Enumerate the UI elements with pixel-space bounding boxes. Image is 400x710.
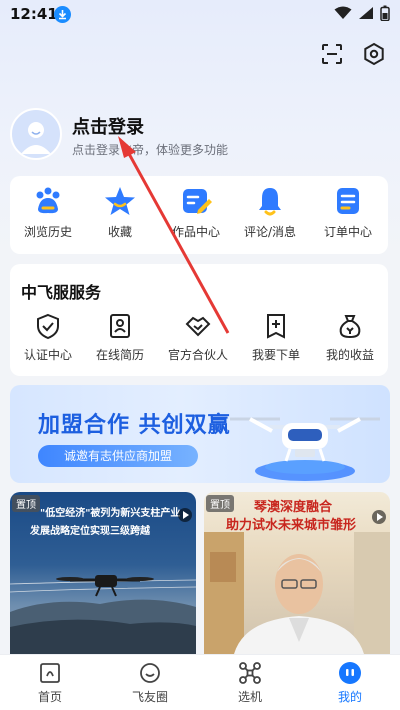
service-resume[interactable]: 在线简历 — [82, 312, 158, 363]
edit-icon — [180, 185, 212, 217]
tab-community[interactable]: 飞友圈 — [110, 659, 190, 705]
drone-icon — [238, 661, 262, 685]
quick-link-messages[interactable]: 评论/消息 — [232, 176, 308, 240]
scan-icon[interactable] — [320, 42, 344, 66]
news-headline: "低空经济"被列为新兴支柱产业 — [40, 508, 181, 519]
service-earnings[interactable]: 我的收益 — [312, 312, 388, 363]
service-label: 认证中心 — [23, 348, 72, 362]
quick-link-label: 订单中心 — [323, 225, 372, 239]
signal-icon — [359, 7, 373, 19]
battery-icon — [380, 5, 390, 21]
service-place-order[interactable]: 我要下单 — [238, 312, 314, 363]
tab-home[interactable]: 首页 — [10, 659, 90, 705]
money-bag-icon — [336, 312, 364, 340]
tab-label: 首页 — [37, 690, 62, 704]
service-label: 我要下单 — [251, 348, 300, 362]
news-card[interactable]: 置顶 琴澳深度融合 助力试水未来城市雏形 — [204, 492, 390, 654]
login-title[interactable]: 点击登录 — [72, 113, 144, 139]
service-certification[interactable]: 认证中心 — [10, 312, 86, 363]
news-headline-2: 助力试水未来城市雏形 — [226, 518, 357, 533]
handshake-icon — [184, 312, 212, 340]
services-card: 中飞服服务 认证中心 在线简历 官方合伙人 我要下单 我的收益 — [10, 264, 388, 376]
star-icon — [104, 185, 136, 217]
service-label: 我的收益 — [325, 348, 374, 362]
quick-link-label: 浏览历史 — [23, 225, 72, 239]
profile-icon — [338, 661, 362, 685]
status-time: 12:41 — [10, 5, 58, 23]
add-order-icon — [262, 312, 290, 340]
tab-label: 我的 — [337, 690, 362, 704]
service-label: 在线简历 — [95, 348, 144, 362]
chat-icon — [138, 661, 162, 685]
quick-link-label: 作品中心 — [171, 225, 220, 239]
home-icon — [38, 661, 62, 685]
service-label: 官方合伙人 — [167, 348, 228, 362]
service-partner[interactable]: 官方合伙人 — [160, 312, 236, 363]
quick-links-card: 浏览历史 收藏 作品中心 评论/消息 订单中心 — [10, 176, 388, 254]
drone-photo — [10, 575, 196, 654]
play-icon — [372, 510, 386, 524]
tab-select-drone[interactable]: 选机 — [210, 659, 290, 705]
pinned-badge: 置顶 — [12, 495, 40, 512]
tab-label: 飞友圈 — [131, 690, 168, 704]
news-card[interactable]: 置顶 "低空经济"被列为新兴支柱产业 发展战略定位实现三级跨越 — [10, 492, 196, 654]
paw-icon — [32, 185, 64, 217]
quick-link-label: 评论/消息 — [243, 225, 297, 239]
play-icon — [178, 508, 192, 522]
tab-mine[interactable]: 我的 — [310, 659, 390, 705]
pinned-badge: 置顶 — [206, 495, 234, 512]
quick-link-orders[interactable]: 订单中心 — [310, 176, 386, 240]
drone-illustration — [230, 417, 380, 481]
news-headline-2: 发展战略定位实现三级跨越 — [30, 526, 150, 537]
avatar[interactable] — [10, 108, 62, 160]
bottom-tab-bar: 首页 飞友圈 选机 我的 — [0, 654, 400, 710]
status-bar: 12:41 — [0, 0, 400, 30]
services-title: 中飞服服务 — [21, 283, 102, 302]
bell-icon — [254, 185, 286, 217]
login-subtitle[interactable]: 点击登录飞帝，体验更多功能 — [72, 141, 228, 158]
quick-link-history[interactable]: 浏览历史 — [10, 176, 86, 240]
partner-banner[interactable]: 加盟合作 共创双赢 诚邀有志供应商加盟 — [10, 385, 390, 483]
download-notification-icon — [54, 6, 71, 23]
settings-icon[interactable] — [362, 42, 386, 66]
wifi-icon — [334, 6, 352, 19]
banner-title: 加盟合作 共创双赢 — [38, 413, 231, 438]
quick-link-works[interactable]: 作品中心 — [158, 176, 234, 240]
quick-link-favorites[interactable]: 收藏 — [82, 176, 158, 240]
order-icon — [332, 185, 364, 217]
shield-check-icon — [34, 312, 62, 340]
banner-join-button[interactable]: 诚邀有志供应商加盟 — [38, 445, 198, 467]
quick-link-label: 收藏 — [107, 225, 132, 239]
resume-icon — [106, 312, 134, 340]
interview-photo — [204, 532, 390, 654]
news-headline: 琴澳深度融合 — [254, 500, 333, 515]
tab-label: 选机 — [237, 690, 262, 704]
